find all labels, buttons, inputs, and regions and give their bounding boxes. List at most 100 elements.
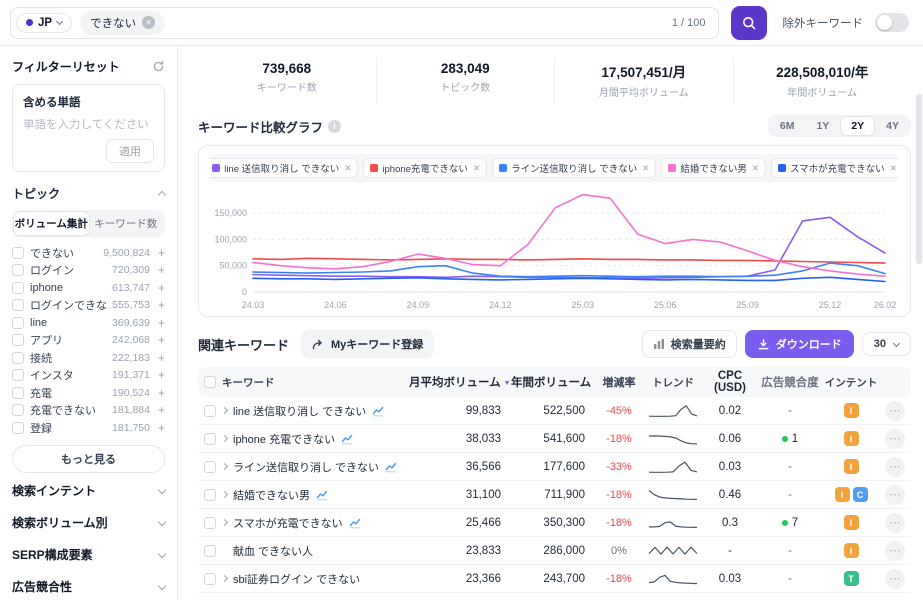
add-topic-icon[interactable]: + bbox=[156, 351, 165, 365]
topic-item[interactable]: ログインできない 555,753 + bbox=[12, 297, 165, 315]
expand-row-icon[interactable] bbox=[222, 435, 228, 442]
range-button[interactable]: 2Y bbox=[841, 117, 874, 135]
add-topic-icon[interactable]: + bbox=[156, 316, 165, 330]
legend-remove-icon[interactable]: ✕ bbox=[890, 163, 897, 174]
expand-row-icon[interactable] bbox=[222, 519, 228, 526]
table-row[interactable]: 結婚できない男 31,100 711,900 -18% 0.46 - IC ⋯ bbox=[198, 481, 911, 509]
page-size-select[interactable]: 30 bbox=[862, 332, 911, 356]
add-topic-icon[interactable]: + bbox=[156, 386, 165, 400]
row-actions-button[interactable]: ⋯ bbox=[885, 485, 905, 505]
scrollbar-thumb[interactable] bbox=[916, 94, 922, 264]
topic-item[interactable]: 充電できない 181,884 + bbox=[12, 402, 165, 420]
keyword-text[interactable]: 結婚できない男 bbox=[233, 487, 310, 503]
sidebar-section[interactable]: 検索インテント bbox=[12, 475, 165, 507]
topic-checkbox[interactable] bbox=[12, 422, 24, 434]
keyword-text[interactable]: sbi証券ログイン できない bbox=[233, 571, 360, 587]
sidebar-section[interactable]: 広告競合性 bbox=[12, 571, 165, 600]
legend-remove-icon[interactable]: ✕ bbox=[642, 163, 649, 174]
keyword-chart-icon[interactable] bbox=[349, 517, 361, 529]
topic-checkbox[interactable] bbox=[12, 282, 24, 294]
apply-button[interactable]: 適用 bbox=[106, 139, 154, 163]
row-checkbox[interactable] bbox=[204, 573, 216, 585]
row-actions-button[interactable]: ⋯ bbox=[885, 569, 905, 589]
table-row[interactable]: 献血 できない人 23,833 286,000 0% - - I ⋯ bbox=[198, 537, 911, 565]
column-yearly-volume[interactable]: 年間ボリューム bbox=[511, 374, 595, 390]
expand-row-icon[interactable] bbox=[222, 463, 228, 470]
scrollbar[interactable] bbox=[916, 94, 922, 600]
row-actions-button[interactable]: ⋯ bbox=[885, 457, 905, 477]
search-volume-summary-button[interactable]: 検索量要約 bbox=[642, 330, 737, 358]
keyword-text[interactable]: iphone 充電できない bbox=[233, 431, 335, 447]
row-actions-button[interactable]: ⋯ bbox=[885, 401, 905, 421]
topic-tab[interactable]: ボリューム集計 bbox=[14, 212, 89, 235]
table-row[interactable]: iphone 充電できない 38,033 541,600 -18% 0.06 1… bbox=[198, 425, 911, 453]
select-all-checkbox[interactable] bbox=[204, 376, 216, 388]
legend-chip[interactable]: line 送信取り消し できない ✕ bbox=[209, 158, 358, 178]
row-checkbox[interactable] bbox=[204, 545, 216, 557]
range-button[interactable]: 4Y bbox=[876, 117, 909, 135]
show-more-button[interactable]: もっと見る bbox=[12, 445, 165, 473]
keyword-text[interactable]: ライン送信取り消し できない bbox=[233, 459, 379, 475]
topic-item[interactable]: できない 9,500,824 + bbox=[12, 244, 165, 262]
info-icon[interactable]: i bbox=[328, 120, 341, 133]
table-row[interactable]: line 送信取り消し できない 99,833 522,500 -45% 0.0… bbox=[198, 397, 911, 425]
column-change-rate[interactable]: 増減率 bbox=[595, 374, 643, 390]
table-row[interactable]: ライン送信取り消し できない 36,566 177,600 -33% 0.03 … bbox=[198, 453, 911, 481]
country-selector[interactable]: JP bbox=[16, 13, 72, 33]
topic-item[interactable]: アプリ 242,068 + bbox=[12, 332, 165, 350]
topic-checkbox[interactable] bbox=[12, 247, 24, 259]
row-checkbox[interactable] bbox=[204, 517, 216, 529]
topic-checkbox[interactable] bbox=[12, 404, 24, 416]
topic-item[interactable]: 充電 190,524 + bbox=[12, 384, 165, 402]
add-topic-icon[interactable]: + bbox=[156, 333, 165, 347]
legend-remove-icon[interactable]: ✕ bbox=[344, 163, 351, 174]
legend-chip[interactable]: iphone充電できない ✕ bbox=[363, 158, 487, 178]
column-monthly-volume[interactable]: 月平均ボリューム▼ bbox=[409, 374, 511, 390]
topic-checkbox[interactable] bbox=[12, 264, 24, 276]
add-topic-icon[interactable]: + bbox=[156, 246, 165, 260]
topic-checkbox[interactable] bbox=[12, 352, 24, 364]
topic-checkbox[interactable] bbox=[12, 334, 24, 346]
keyword-tag[interactable]: できない ✕ bbox=[80, 11, 165, 35]
keyword-chart-icon[interactable] bbox=[385, 461, 397, 473]
add-topic-icon[interactable]: + bbox=[156, 263, 165, 277]
keyword-chart-icon[interactable] bbox=[341, 433, 353, 445]
legend-remove-icon[interactable]: ✕ bbox=[473, 163, 480, 174]
legend-chip[interactable]: スマホが充電できない ✕ bbox=[771, 158, 900, 178]
topic-item[interactable]: ログイン 720,309 + bbox=[12, 262, 165, 280]
my-keyword-register-button[interactable]: Myキーワード登録 bbox=[301, 330, 434, 358]
add-topic-icon[interactable]: + bbox=[156, 298, 165, 312]
row-checkbox[interactable] bbox=[204, 405, 216, 417]
keyword-text[interactable]: 献血 できない人 bbox=[233, 543, 313, 559]
topic-item[interactable]: line 369,639 + bbox=[12, 314, 165, 332]
column-keyword[interactable]: キーワード bbox=[222, 375, 409, 390]
search-button[interactable] bbox=[731, 6, 767, 40]
topic-checkbox[interactable] bbox=[12, 299, 24, 311]
sidebar-section[interactable]: 検索ボリューム別 bbox=[12, 507, 165, 539]
row-checkbox[interactable] bbox=[204, 433, 216, 445]
topic-item[interactable]: インスタ 191,371 + bbox=[12, 367, 165, 385]
exclude-keywords-toggle[interactable] bbox=[875, 13, 909, 32]
add-topic-icon[interactable]: + bbox=[156, 403, 165, 417]
topic-tab[interactable]: キーワード数 bbox=[89, 212, 164, 235]
legend-chip[interactable]: ライン送信取り消し できない ✕ bbox=[492, 158, 656, 178]
topic-item[interactable]: iphone 613,747 + bbox=[12, 279, 165, 297]
keyword-text[interactable]: line 送信取り消し できない bbox=[233, 403, 366, 419]
column-ad-competition[interactable]: 広告競合度 bbox=[757, 374, 823, 390]
column-cpc[interactable]: CPC (USD) bbox=[703, 370, 757, 394]
filter-reset[interactable]: フィルターリセット bbox=[12, 58, 165, 75]
topic-checkbox[interactable] bbox=[12, 317, 24, 329]
topic-checkbox[interactable] bbox=[12, 369, 24, 381]
add-topic-icon[interactable]: + bbox=[156, 368, 165, 382]
reset-icon[interactable] bbox=[152, 60, 165, 73]
keyword-chart-icon[interactable] bbox=[372, 405, 384, 417]
row-actions-button[interactable]: ⋯ bbox=[885, 429, 905, 449]
row-checkbox[interactable] bbox=[204, 461, 216, 473]
range-button[interactable]: 6M bbox=[770, 117, 805, 135]
legend-remove-icon[interactable]: ✕ bbox=[752, 163, 759, 174]
topic-checkbox[interactable] bbox=[12, 387, 24, 399]
include-words-input[interactable] bbox=[23, 119, 154, 131]
range-button[interactable]: 1Y bbox=[806, 117, 839, 135]
table-row[interactable]: sbi証券ログイン できない 23,366 243,700 -18% 0.03 … bbox=[198, 565, 911, 593]
add-topic-icon[interactable]: + bbox=[156, 421, 165, 435]
